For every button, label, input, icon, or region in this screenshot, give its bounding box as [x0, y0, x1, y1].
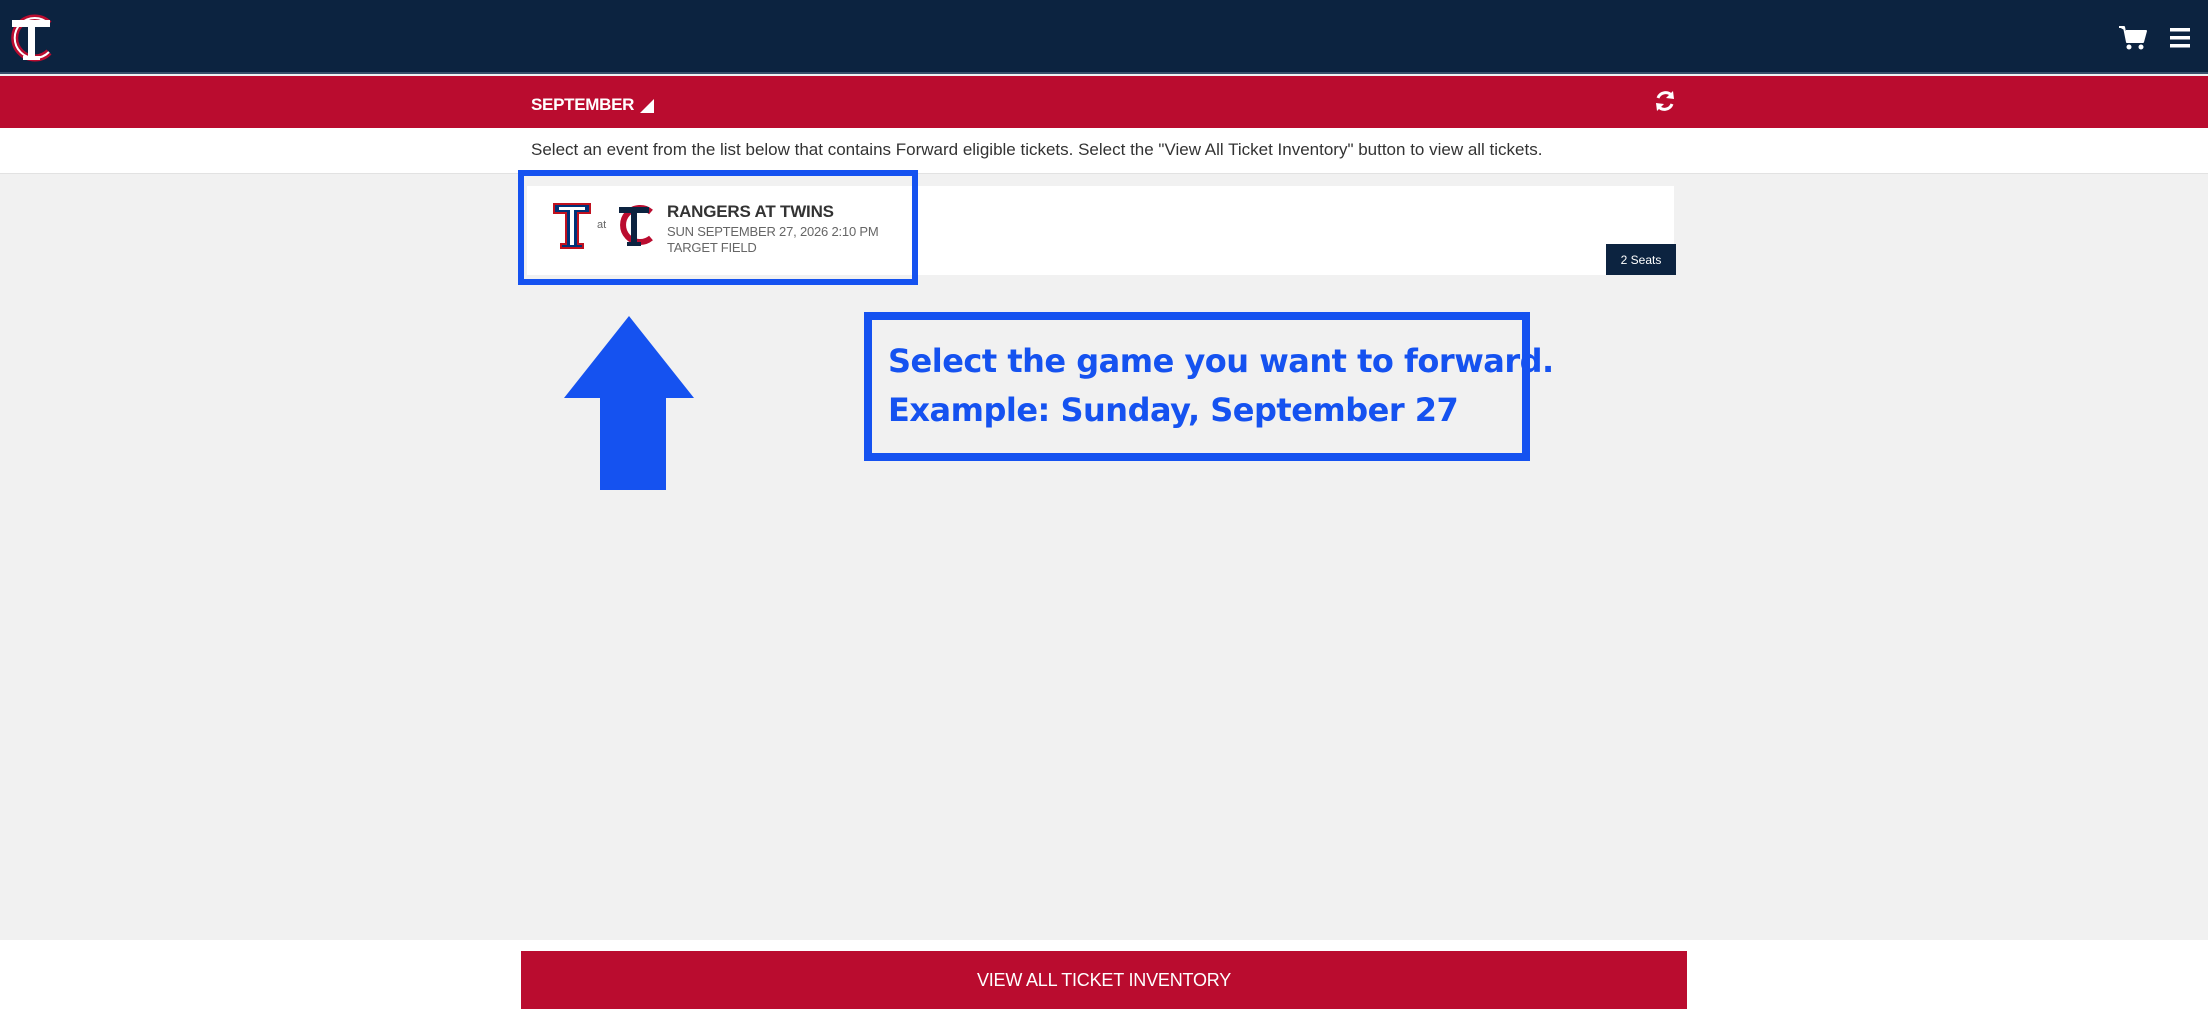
twins-logo-icon[interactable]	[4, 10, 60, 66]
top-nav-bar	[0, 0, 2208, 74]
footer-bar: VIEW ALL TICKET INVENTORY	[0, 940, 2208, 1012]
view-all-ticket-inventory-button[interactable]: VIEW ALL TICKET INVENTORY	[521, 951, 1687, 1009]
month-bar: SEPTEMBER	[0, 76, 2208, 128]
event-highlight-box	[518, 170, 918, 285]
instructions-text: Select an event from the list below that…	[531, 140, 1543, 159]
hamburger-menu-icon[interactable]	[2168, 26, 2192, 50]
instructions-strip: Select an event from the list below that…	[0, 128, 2208, 174]
refresh-icon[interactable]	[1652, 88, 1678, 114]
caret-down-icon	[640, 99, 655, 113]
month-dropdown[interactable]: SEPTEMBER	[531, 91, 655, 115]
instruction-callout: Select the game you want to forward. Exa…	[864, 312, 1554, 461]
callout-line-1: Select the game you want to forward.	[888, 342, 1554, 380]
up-arrow-icon	[564, 316, 694, 490]
callout-line-2: Example: Sunday, September 27	[888, 391, 1459, 429]
page: SEPTEMBER Select an event from the list …	[0, 0, 2208, 1012]
cart-icon[interactable]	[2118, 24, 2148, 52]
month-label: SEPTEMBER	[531, 95, 635, 114]
seats-badge: 2 Seats	[1606, 244, 1676, 275]
